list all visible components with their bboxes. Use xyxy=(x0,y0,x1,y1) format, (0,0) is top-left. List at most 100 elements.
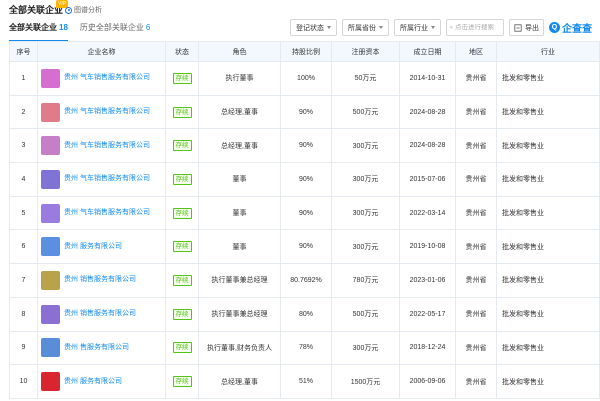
company-cell: 贵州 气车销售服务有限公司 xyxy=(37,61,166,96)
table-row[interactable]: 3 贵州 气车销售服务有限公司 存续 总经理,董事 90% 300万元 2024-08-28… xyxy=(9,128,600,164)
graph-analysis-link[interactable]: 图谱分析 xyxy=(65,5,102,15)
row-number: 8 xyxy=(9,296,38,332)
role-cell: 董事 xyxy=(198,162,281,197)
row-number: 5 xyxy=(9,195,38,231)
region-cell: 贵州省 xyxy=(455,61,497,96)
region-cell: 贵州省 xyxy=(455,229,497,265)
industry-cell: 批发和零售业 xyxy=(496,229,600,265)
table-row[interactable]: 9 贵州 售服务有限公司 存续 执行董事,财务负责人 78% 300万元 2018-12-2… xyxy=(9,330,600,366)
role-cell: 董事 xyxy=(198,195,281,231)
company-name-link[interactable]: 贵州 销售服务有限公司 xyxy=(64,309,136,319)
table-row[interactable]: 6 贵州 服务有限公司 存续 董事 90% 300万元 2019-10-08 贵州省 批发和零售… xyxy=(9,229,600,265)
tab-history-related[interactable]: 历史全部关联企业 6 xyxy=(80,19,150,39)
role-cell: 执行董事兼总经理 xyxy=(198,263,281,298)
dropdown-label: 所属行业 xyxy=(400,24,428,32)
chevron-down-icon xyxy=(327,26,331,29)
company-cell: 贵州 气车销售服务有限公司 xyxy=(37,94,166,130)
role-cell: 董事 xyxy=(198,229,281,265)
table-row[interactable]: 10 贵州 服务有限公司 存续 总经理,董事 51% 1500万元 2006-09-06 贵州… xyxy=(9,364,600,399)
company-name-link[interactable]: 贵州 气车销售服务有限公司 xyxy=(64,73,150,83)
table-row[interactable]: 7 贵州 销售服务有限公司 存续 执行董事兼总经理 80.7692% 780万元 2023-… xyxy=(9,263,600,298)
table-row[interactable]: 5 贵州 气车销售服务有限公司 存续 董事 90% 300万元 2022-03-14 贵州省批… xyxy=(9,195,600,231)
company-name-link[interactable]: 贵州 售服务有限公司 xyxy=(64,343,129,353)
date-cell: 2019-10-08 xyxy=(399,229,456,265)
ratio-cell: 80.7692% xyxy=(280,263,332,298)
role-cell: 总经理,董事 xyxy=(198,94,281,130)
company-logo xyxy=(41,270,60,290)
export-label: 导出 xyxy=(525,24,539,32)
status-badge: 存续 xyxy=(172,207,192,219)
company-cell: 贵州 服务有限公司 xyxy=(37,229,166,265)
role-cell: 执行董事,财务负责人 xyxy=(198,330,281,366)
role-cell: 执行董事 xyxy=(198,61,281,96)
column-header: 序号 xyxy=(9,41,38,62)
role-cell: 总经理,董事 xyxy=(198,128,281,164)
tab-count: 18 xyxy=(59,23,68,32)
row-number: 7 xyxy=(9,263,38,298)
company-logo xyxy=(41,338,60,358)
search-icon xyxy=(450,26,453,29)
company-name-link[interactable]: 贵州 气车销售服务有限公司 xyxy=(64,141,150,151)
column-header[interactable]: 持股比例 xyxy=(280,41,332,62)
column-header: 企业名称 xyxy=(37,41,166,62)
date-cell: 2018-12-24 xyxy=(399,330,456,366)
header-bar: 全部关联企业 VIP 图谱分析 xyxy=(0,0,600,16)
column-header: 地区 xyxy=(455,41,497,62)
column-header[interactable]: 注册资本 xyxy=(331,41,400,62)
region-cell: 贵州省 xyxy=(455,128,497,164)
company-logo xyxy=(41,203,60,223)
industry-cell: 批发和零售业 xyxy=(496,162,600,197)
capital-cell: 500万元 xyxy=(331,296,400,332)
chevron-down-icon xyxy=(431,26,435,29)
date-cell: 2024-08-28 xyxy=(399,128,456,164)
company-logo xyxy=(41,136,60,156)
graph-analysis-label: 图谱分析 xyxy=(74,7,102,14)
ratio-cell: 90% xyxy=(280,229,332,265)
status-cell: 存续 xyxy=(165,128,199,164)
export-button[interactable]: 导出 xyxy=(509,19,544,36)
status-cell: 存续 xyxy=(165,263,199,298)
chevron-down-icon xyxy=(379,26,383,29)
industry-cell: 批发和零售业 xyxy=(496,364,600,399)
tab-count: 6 xyxy=(145,23,151,32)
capital-cell: 300万元 xyxy=(331,330,400,366)
tab-all-related[interactable]: 全部关联企业 18 xyxy=(9,19,68,42)
province-filter-dropdown[interactable]: 所属省份 xyxy=(342,19,389,36)
industry-cell: 批发和零售业 xyxy=(496,61,600,96)
table-row[interactable]: 1 贵州 气车销售服务有限公司 存续 执行董事 100% 50万元 2014-10-31 贵州… xyxy=(9,61,600,96)
ratio-cell: 90% xyxy=(280,162,332,197)
column-header: 角色 xyxy=(198,41,281,62)
region-cell: 贵州省 xyxy=(455,263,497,298)
ratio-cell: 90% xyxy=(280,195,332,231)
company-logo xyxy=(41,169,60,189)
table-row[interactable]: 8 贵州 销售服务有限公司 存续 执行董事兼总经理 80% 500万元 2022-05-17… xyxy=(9,296,600,332)
region-cell: 贵州省 xyxy=(455,364,497,399)
date-cell: 2022-05-17 xyxy=(399,296,456,332)
ratio-cell: 100% xyxy=(280,61,332,96)
company-cell: 贵州 服务有限公司 xyxy=(37,364,166,399)
status-cell: 存续 xyxy=(165,229,199,265)
capital-cell: 300万元 xyxy=(331,128,400,164)
table-row[interactable]: 4 贵州 气车销售服务有限公司 存续 董事 90% 300万元 2015-07-06 贵州省批… xyxy=(9,162,600,197)
company-name-link[interactable]: 贵州 气车销售服务有限公司 xyxy=(64,107,150,117)
company-name-link[interactable]: 贵州 服务有限公司 xyxy=(64,242,122,252)
column-header[interactable]: 成立日期 xyxy=(399,41,456,62)
status-filter-dropdown[interactable]: 登记状态 xyxy=(290,19,337,36)
tab-label: 历史全部关联企业 xyxy=(79,23,144,32)
dropdown-label: 登记状态 xyxy=(296,24,324,32)
date-cell: 2006-09-06 xyxy=(399,364,456,399)
search-input[interactable] xyxy=(455,24,503,31)
brand-icon: Q xyxy=(549,22,560,33)
capital-cell: 500万元 xyxy=(331,94,400,130)
company-name-link[interactable]: 贵州 销售服务有限公司 xyxy=(64,275,136,285)
company-name-link[interactable]: 贵州 气车销售服务有限公司 xyxy=(64,208,150,218)
status-badge: 存续 xyxy=(172,173,192,185)
table-row[interactable]: 2 贵州 气车销售服务有限公司 存续 总经理,董事 90% 500万元 2024-08-28… xyxy=(9,94,600,130)
capital-cell: 300万元 xyxy=(331,195,400,231)
company-name-link[interactable]: 贵州 服务有限公司 xyxy=(64,377,122,387)
company-cell: 贵州 售服务有限公司 xyxy=(37,330,166,366)
region-cell: 贵州省 xyxy=(455,162,497,197)
industry-filter-dropdown[interactable]: 所属行业 xyxy=(394,19,441,36)
region-cell: 贵州省 xyxy=(455,296,497,332)
company-name-link[interactable]: 贵州 气车销售服务有限公司 xyxy=(64,174,150,184)
